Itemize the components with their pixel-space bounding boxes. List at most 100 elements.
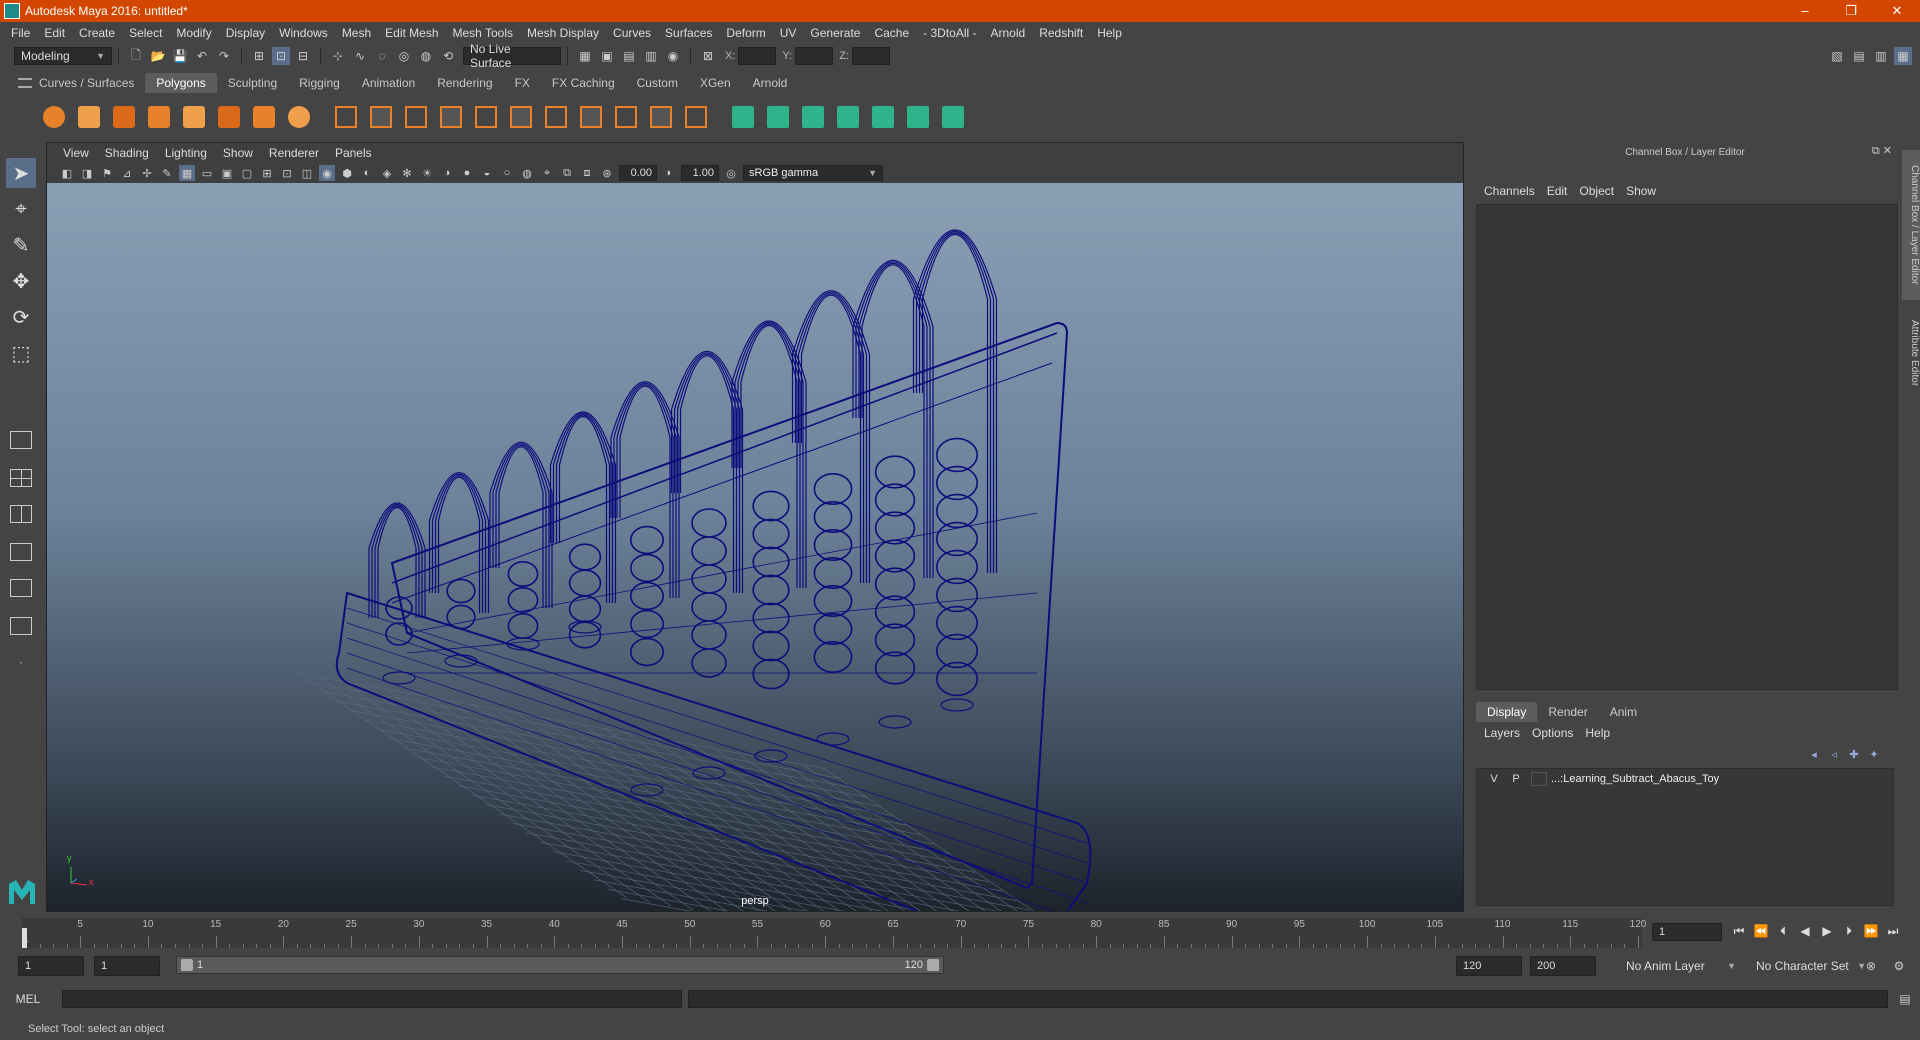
menu-select[interactable]: Select: [122, 26, 169, 40]
scale-tool-icon[interactable]: ⬚: [6, 338, 36, 368]
hypershade-icon[interactable]: ◉: [664, 47, 682, 65]
menu-help[interactable]: Help: [1090, 26, 1129, 40]
z-field[interactable]: [851, 47, 890, 65]
new-scene-icon[interactable]: 🗋: [127, 47, 145, 65]
menu-generate[interactable]: Generate: [803, 26, 867, 40]
gamma-field[interactable]: 1.00: [681, 165, 719, 181]
range-slider[interactable]: 1 120: [176, 956, 944, 974]
script-editor-icon[interactable]: ▤: [1896, 990, 1914, 1008]
side-by-side-layout-icon[interactable]: [6, 502, 36, 526]
select-tool-icon[interactable]: ➤: [6, 158, 36, 188]
tab-curves-surfaces[interactable]: Curves / Surfaces: [28, 73, 145, 93]
pipe-icon[interactable]: [285, 103, 313, 131]
bookmark-icon[interactable]: ⚑: [99, 165, 115, 181]
paint-select-tool-icon[interactable]: ✎: [6, 230, 36, 260]
use-all-lights-icon[interactable]: ✻: [399, 165, 415, 181]
color-space-dropdown[interactable]: sRGB gamma ▼: [743, 165, 883, 181]
go-to-end-icon[interactable]: ⏭: [1882, 920, 1904, 942]
channel-box-icon[interactable]: ▦: [1894, 47, 1912, 65]
step-forward-key-icon[interactable]: ⏩: [1860, 920, 1882, 942]
select-hierarchy-icon[interactable]: ⊞: [250, 47, 268, 65]
layer-tab-render[interactable]: Render: [1537, 702, 1598, 722]
step-back-key-icon[interactable]: ⏪: [1750, 920, 1772, 942]
menu-deform[interactable]: Deform: [719, 26, 772, 40]
resolution-gate-icon[interactable]: ▣: [219, 165, 235, 181]
multisample-aa-icon[interactable]: ◒: [479, 165, 495, 181]
menu-create[interactable]: Create: [72, 26, 122, 40]
channel-menu-object[interactable]: Object: [1573, 184, 1620, 198]
close-icon[interactable]: ✕: [1883, 145, 1892, 157]
two-d-pan-icon[interactable]: ✢: [139, 165, 155, 181]
exposure-field[interactable]: 0.00: [619, 165, 657, 181]
exposure-icon[interactable]: ⊛: [599, 165, 615, 181]
field-chart-icon[interactable]: ⊞: [259, 165, 275, 181]
layer-tab-anim[interactable]: Anim: [1599, 702, 1648, 722]
viewport-menu-lighting[interactable]: Lighting: [157, 146, 215, 160]
split-icon[interactable]: [729, 103, 757, 131]
layer-tab-display[interactable]: Display: [1476, 702, 1538, 722]
safe-title-icon[interactable]: ◫: [299, 165, 315, 181]
camera-attributes-icon[interactable]: ◨: [79, 165, 95, 181]
menu-cache[interactable]: Cache: [867, 26, 916, 40]
depth-of-field-icon[interactable]: ○: [499, 165, 515, 181]
sphere-icon[interactable]: [40, 103, 68, 131]
uv-editor-icon[interactable]: [869, 103, 897, 131]
float-icon[interactable]: ⧉: [1872, 145, 1880, 157]
tab-arnold[interactable]: Arnold: [742, 73, 799, 93]
menu-mesh[interactable]: Mesh: [335, 26, 378, 40]
render-view-icon[interactable]: ▦: [576, 47, 594, 65]
motion-blur-icon[interactable]: ●: [459, 165, 475, 181]
tab-sculpting[interactable]: Sculpting: [217, 73, 288, 93]
snap-point-icon[interactable]: ◌: [373, 47, 391, 65]
move-tool-icon[interactable]: ✥: [6, 266, 36, 296]
layer-playback-toggle[interactable]: P: [1505, 773, 1527, 785]
smooth-shade-icon[interactable]: ⬢: [339, 165, 355, 181]
command-input[interactable]: [62, 990, 682, 1008]
tab-fx-caching[interactable]: FX Caching: [541, 73, 626, 93]
layer-color-swatch[interactable]: [1531, 772, 1547, 786]
viewport-menu-show[interactable]: Show: [215, 146, 261, 160]
menu-display[interactable]: Display: [219, 26, 272, 40]
more-layouts-icon[interactable]: ·: [6, 650, 36, 674]
undo-icon[interactable]: ↶: [193, 47, 211, 65]
move-layer-down-icon[interactable]: ◃: [1826, 746, 1842, 762]
snap-surface-icon[interactable]: ◍: [417, 47, 435, 65]
grid-toggle-icon[interactable]: ▦: [179, 165, 195, 181]
layer-row[interactable]: V P ...:Learning_Subtract_Abacus_Toy: [1477, 769, 1893, 789]
menu-edit-mesh[interactable]: Edit Mesh: [378, 26, 445, 40]
pyramid-icon[interactable]: [250, 103, 278, 131]
tab-attribute-editor[interactable]: Attribute Editor: [1902, 308, 1920, 398]
menu-mesh-display[interactable]: Mesh Display: [520, 26, 606, 40]
mode-dropdown[interactable]: Modeling ▼: [14, 47, 112, 65]
snap-view-icon[interactable]: ◎: [395, 47, 413, 65]
channel-menu-show[interactable]: Show: [1620, 184, 1662, 198]
new-layer-icon[interactable]: ✚: [1846, 746, 1862, 762]
attribute-editor-icon[interactable]: ▤: [1850, 47, 1868, 65]
render-settings-icon[interactable]: ▥: [642, 47, 660, 65]
extrude-icon[interactable]: [542, 103, 570, 131]
color-management-icon[interactable]: ◎: [723, 165, 739, 181]
save-scene-icon[interactable]: 💾: [171, 47, 189, 65]
render-frame-icon[interactable]: ▣: [598, 47, 616, 65]
uv-icon[interactable]: [764, 103, 792, 131]
tab-animation[interactable]: Animation: [351, 73, 426, 93]
range-end-handle[interactable]: [927, 959, 939, 971]
grease-pencil-icon[interactable]: ✎: [159, 165, 175, 181]
shadows-icon[interactable]: ☀: [419, 165, 435, 181]
single-view-layout-icon[interactable]: [6, 428, 36, 452]
channel-menu-edit[interactable]: Edit: [1541, 184, 1574, 198]
insert-edgeloop-icon[interactable]: [682, 103, 710, 131]
tab-channel-box[interactable]: Channel Box / Layer Editor: [1902, 150, 1920, 300]
multicut-icon[interactable]: [612, 103, 640, 131]
film-gate-icon[interactable]: ▭: [199, 165, 215, 181]
xray-components-icon[interactable]: ⧈: [579, 165, 595, 181]
layer-visibility-toggle[interactable]: V: [1483, 773, 1505, 785]
select-component-icon[interactable]: ⊟: [294, 47, 312, 65]
bridge-icon[interactable]: [507, 103, 535, 131]
tab-fx[interactable]: FX: [504, 73, 541, 93]
scene-end-field[interactable]: 200: [1530, 956, 1596, 976]
safe-action-icon[interactable]: ⊡: [279, 165, 295, 181]
auto-key-icon[interactable]: ⊗: [1862, 957, 1880, 975]
new-layer-selected-icon[interactable]: ✦: [1866, 746, 1882, 762]
lasso-tool-icon[interactable]: ⌖: [6, 194, 36, 224]
